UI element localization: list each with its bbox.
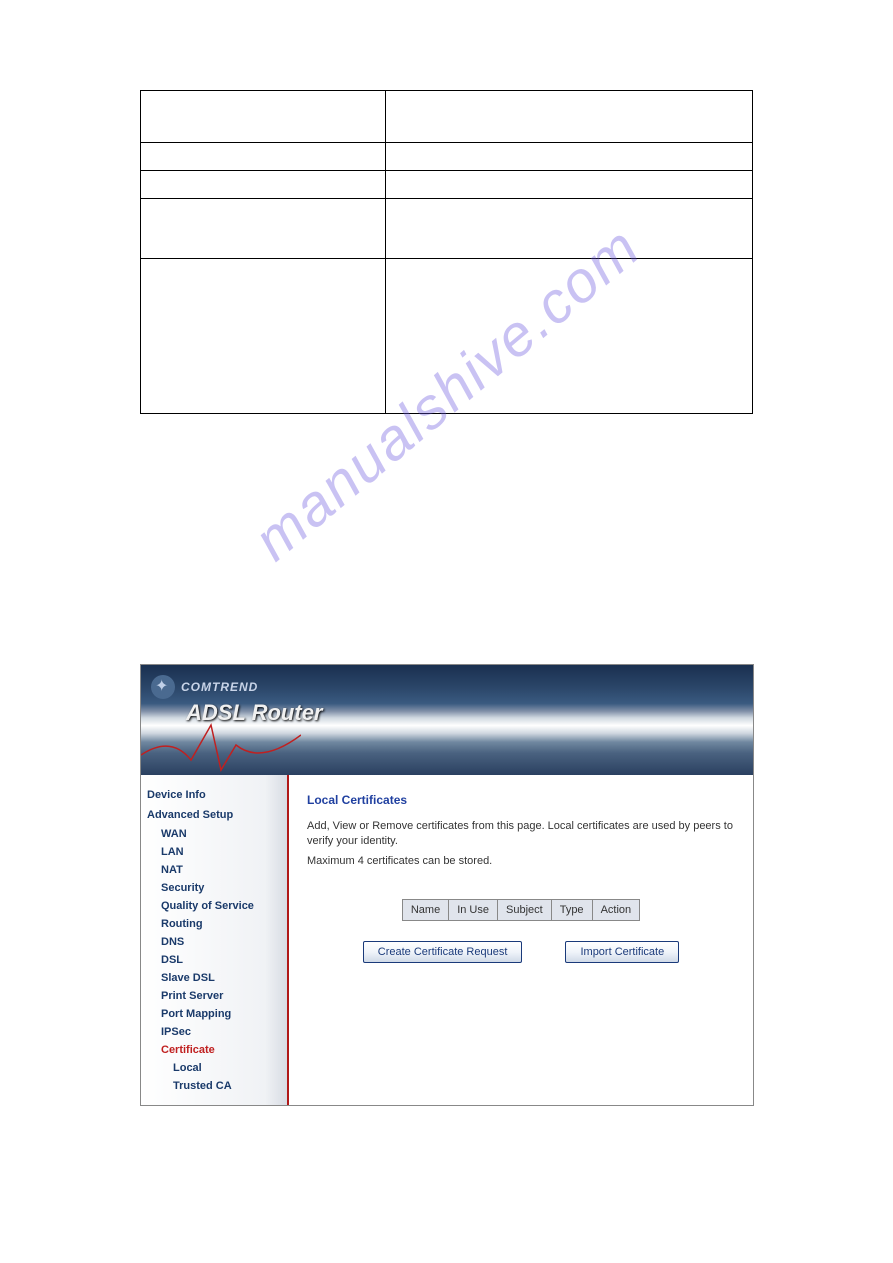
col-action: Action bbox=[592, 900, 640, 921]
col-subject: Subject bbox=[498, 900, 552, 921]
sidebar-item-lan[interactable]: LAN bbox=[147, 843, 287, 861]
sidebar-subitem-local[interactable]: Local bbox=[147, 1059, 287, 1077]
sidebar-subitem-trusted-ca[interactable]: Trusted CA bbox=[147, 1077, 287, 1095]
sidebar-device-info[interactable]: Device Info bbox=[147, 785, 287, 805]
import-certificate-button[interactable]: Import Certificate bbox=[565, 941, 679, 963]
spec-cell bbox=[385, 259, 752, 414]
content-area: Local Certificates Add, View or Remove c… bbox=[289, 775, 753, 1105]
col-type: Type bbox=[551, 900, 592, 921]
sidebar-item-ipsec[interactable]: IPSec bbox=[147, 1023, 287, 1041]
sidebar: Device Info Advanced Setup WAN LAN NAT S… bbox=[141, 775, 289, 1105]
sidebar-advanced-setup[interactable]: Advanced Setup bbox=[147, 805, 287, 825]
logo-icon bbox=[151, 675, 175, 699]
sidebar-item-security[interactable]: Security bbox=[147, 879, 287, 897]
col-name: Name bbox=[402, 900, 448, 921]
content-text-2: Maximum 4 certificates can be stored. bbox=[307, 854, 735, 869]
spec-cell bbox=[141, 259, 386, 414]
spec-cell bbox=[141, 143, 386, 171]
router-ui-screenshot: COMTREND ADSL Router Device Info Advance… bbox=[140, 664, 754, 1106]
sidebar-item-routing[interactable]: Routing bbox=[147, 915, 287, 933]
sidebar-item-certificate[interactable]: Certificate bbox=[147, 1041, 287, 1059]
brand-logo: COMTREND bbox=[151, 675, 258, 699]
spec-cell bbox=[385, 143, 752, 171]
sidebar-item-nat[interactable]: NAT bbox=[147, 861, 287, 879]
sidebar-item-qos[interactable]: Quality of Service bbox=[147, 897, 287, 915]
col-in-use: In Use bbox=[449, 900, 498, 921]
spec-cell bbox=[385, 171, 752, 199]
spec-table bbox=[140, 90, 753, 414]
router-banner: COMTREND ADSL Router bbox=[141, 665, 753, 775]
brand-text: COMTREND bbox=[181, 680, 258, 694]
heartbeat-wave-icon bbox=[141, 715, 301, 775]
sidebar-item-dns[interactable]: DNS bbox=[147, 933, 287, 951]
certificates-table: Name In Use Subject Type Action bbox=[402, 899, 640, 921]
spec-cell bbox=[141, 91, 386, 143]
content-title: Local Certificates bbox=[307, 793, 735, 807]
spec-cell bbox=[385, 91, 752, 143]
sidebar-item-print-server[interactable]: Print Server bbox=[147, 987, 287, 1005]
create-certificate-request-button[interactable]: Create Certificate Request bbox=[363, 941, 523, 963]
sidebar-item-slave-dsl[interactable]: Slave DSL bbox=[147, 969, 287, 987]
spec-cell bbox=[141, 199, 386, 259]
content-text-1: Add, View or Remove certificates from th… bbox=[307, 819, 735, 850]
spec-cell bbox=[385, 199, 752, 259]
sidebar-item-wan[interactable]: WAN bbox=[147, 825, 287, 843]
spec-cell bbox=[141, 171, 386, 199]
sidebar-item-dsl[interactable]: DSL bbox=[147, 951, 287, 969]
sidebar-item-port-mapping[interactable]: Port Mapping bbox=[147, 1005, 287, 1023]
